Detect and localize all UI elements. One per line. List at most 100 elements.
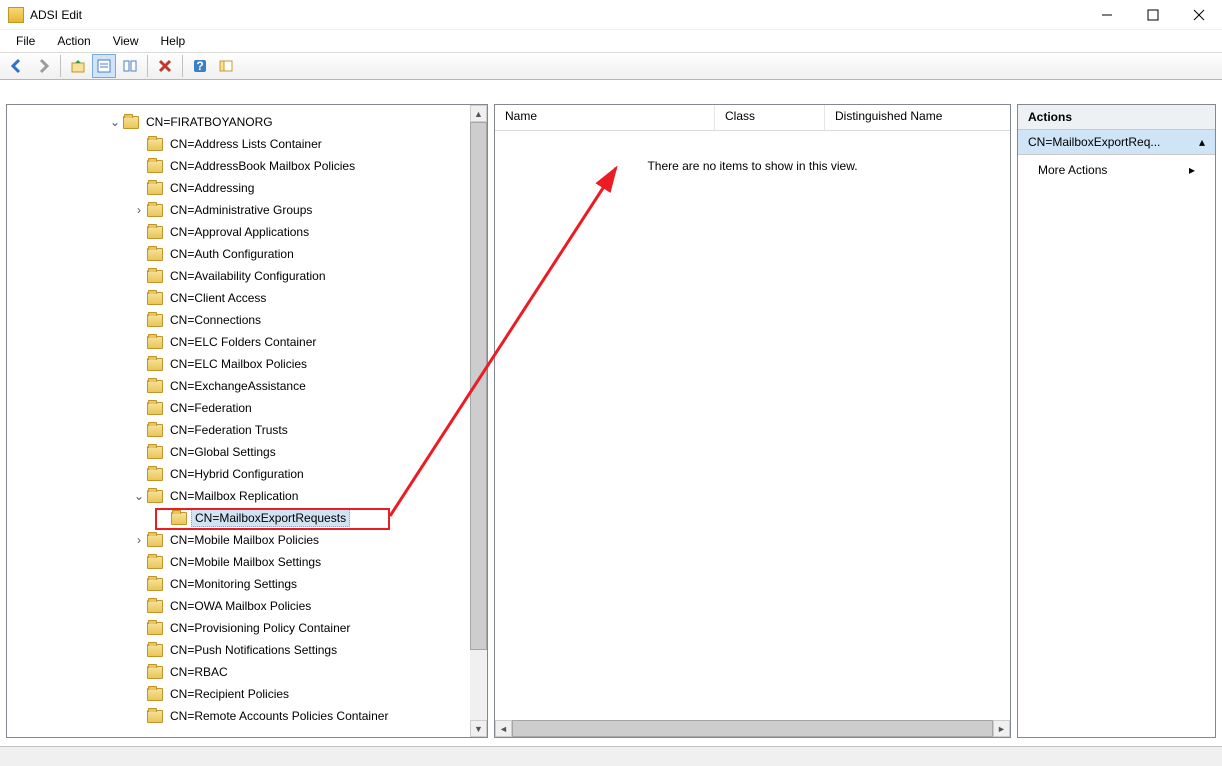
column-dn[interactable]: Distinguished Name [825, 105, 1010, 130]
delete-button[interactable] [153, 54, 177, 78]
folder-icon [123, 116, 139, 129]
tree-node[interactable]: CN=Federation [7, 397, 470, 419]
scroll-left-button[interactable]: ◄ [495, 720, 512, 737]
tree-node[interactable]: CN=Client Access [7, 287, 470, 309]
refresh-button[interactable] [118, 54, 142, 78]
toolbar-separator [60, 55, 61, 77]
back-button[interactable] [5, 54, 29, 78]
list-header: Name Class Distinguished Name [495, 105, 1010, 131]
menu-file[interactable]: File [6, 32, 45, 50]
tree-node-label: CN=ELC Folders Container [167, 334, 319, 350]
tree-node[interactable]: CN=Remote Accounts Policies Container [7, 705, 470, 727]
tree-node[interactable]: CN=ExchangeAssistance [7, 375, 470, 397]
list-horizontal-scrollbar[interactable]: ◄ ► [495, 720, 1010, 737]
tree-node-label: CN=Approval Applications [167, 224, 312, 240]
tree-node[interactable]: ›CN=Mobile Mailbox Policies [7, 529, 470, 551]
collapse-icon[interactable]: ⌄ [131, 489, 147, 503]
scroll-thumb[interactable] [512, 720, 993, 737]
collapse-icon[interactable]: ⌄ [107, 115, 123, 129]
tree-vertical-scrollbar[interactable]: ▲ ▼ [470, 105, 487, 737]
menu-view[interactable]: View [103, 32, 149, 50]
tree-node[interactable]: CN=Addressing [7, 177, 470, 199]
tree-node[interactable]: CN=ELC Folders Container [7, 331, 470, 353]
scroll-right-button[interactable]: ► [993, 720, 1010, 737]
help-button[interactable]: ? [188, 54, 212, 78]
folder-icon [147, 490, 163, 503]
tree-node-label: CN=Recipient Policies [167, 686, 292, 702]
tree-node[interactable]: CN=RBAC [7, 661, 470, 683]
tree-node[interactable]: CN=Global Settings [7, 441, 470, 463]
tree-node[interactable]: CN=ELC Mailbox Policies [7, 353, 470, 375]
tree-node[interactable]: CN=Approval Applications [7, 221, 470, 243]
forward-button[interactable] [31, 54, 55, 78]
menu-action[interactable]: Action [47, 32, 100, 50]
actions-selected-label: CN=MailboxExportReq... [1028, 135, 1160, 149]
actions-selected-item[interactable]: CN=MailboxExportReq... ▴ [1018, 130, 1215, 155]
folder-icon [147, 204, 163, 217]
close-button[interactable] [1176, 0, 1222, 30]
up-button[interactable] [66, 54, 90, 78]
folder-icon [147, 446, 163, 459]
tree-node-label: CN=RBAC [167, 664, 231, 680]
tree-body[interactable]: ⌄ CN=FIRATBOYANORG CN=Address Lists Cont… [7, 105, 470, 737]
tree-node[interactable]: CN=Address Lists Container [7, 133, 470, 155]
scroll-down-button[interactable]: ▼ [470, 720, 487, 737]
titlebar: ADSI Edit [0, 0, 1222, 30]
tree-node-label: CN=Mailbox Replication [167, 488, 301, 504]
tree-node[interactable]: CN=Recipient Policies [7, 683, 470, 705]
tree-node[interactable]: CN=Monitoring Settings [7, 573, 470, 595]
scroll-up-button[interactable]: ▲ [470, 105, 487, 122]
folder-icon [147, 578, 163, 591]
tree-node-label: CN=Push Notifications Settings [167, 642, 340, 658]
maximize-button[interactable] [1130, 0, 1176, 30]
tree-node-label: CN=Connections [167, 312, 264, 328]
folder-icon [147, 314, 163, 327]
folder-icon [147, 600, 163, 613]
tree-node-label: CN=Provisioning Policy Container [167, 620, 353, 636]
tree-node[interactable]: CN=Connections [7, 309, 470, 331]
tree-node[interactable]: CN=Auth Configuration [7, 243, 470, 265]
tree-node[interactable]: CN=Hybrid Configuration [7, 463, 470, 485]
actions-more-label: More Actions [1038, 163, 1107, 177]
chevron-right-icon: ▸ [1189, 163, 1195, 177]
toolbar-separator [147, 55, 148, 77]
folder-icon [147, 138, 163, 151]
tree-node[interactable]: › CN=Administrative Groups [7, 199, 470, 221]
tree-node[interactable]: CN=Provisioning Policy Container [7, 617, 470, 639]
scroll-thumb[interactable] [470, 122, 487, 650]
folder-icon [147, 534, 163, 547]
tree-node[interactable]: CN=Push Notifications Settings [7, 639, 470, 661]
toolbar: ? [0, 52, 1222, 80]
folder-icon [147, 292, 163, 305]
tree-node[interactable]: CN=AddressBook Mailbox Policies [7, 155, 470, 177]
column-name[interactable]: Name [495, 105, 715, 130]
properties-button[interactable] [92, 54, 116, 78]
tree-node[interactable]: ⌄ CN=Mailbox Replication [7, 485, 470, 507]
tree-node-label: CN=Availability Configuration [167, 268, 329, 284]
collapse-icon[interactable]: ▴ [1199, 135, 1205, 149]
folder-icon [147, 666, 163, 679]
tree-node[interactable]: CN=Mobile Mailbox Settings [7, 551, 470, 573]
tree-root-node[interactable]: ⌄ CN=FIRATBOYANORG [7, 111, 470, 133]
actions-pane: Actions CN=MailboxExportReq... ▴ More Ac… [1017, 104, 1216, 738]
minimize-button[interactable] [1084, 0, 1130, 30]
folder-icon [147, 182, 163, 195]
folder-icon [147, 160, 163, 173]
tree-node[interactable]: CN=Availability Configuration [7, 265, 470, 287]
tree-node-label: CN=AddressBook Mailbox Policies [167, 158, 358, 174]
showhide-button[interactable] [214, 54, 238, 78]
folder-icon [147, 710, 163, 723]
expand-icon[interactable]: › [131, 533, 147, 547]
tree-node-label: CN=Address Lists Container [167, 136, 325, 152]
tree-node-label: CN=Federation [167, 400, 255, 416]
column-class[interactable]: Class [715, 105, 825, 130]
tree-node[interactable]: CN=Federation Trusts [7, 419, 470, 441]
menu-help[interactable]: Help [151, 32, 196, 50]
folder-icon [147, 468, 163, 481]
tree-node-label: CN=Federation Trusts [167, 422, 291, 438]
tree-node-label: CN=Administrative Groups [167, 202, 315, 218]
actions-more[interactable]: More Actions ▸ [1018, 155, 1215, 185]
tree-node[interactable]: CN=OWA Mailbox Policies [7, 595, 470, 617]
expand-icon[interactable]: › [131, 203, 147, 217]
tree-pane: ⌄ CN=FIRATBOYANORG CN=Address Lists Cont… [6, 104, 488, 738]
